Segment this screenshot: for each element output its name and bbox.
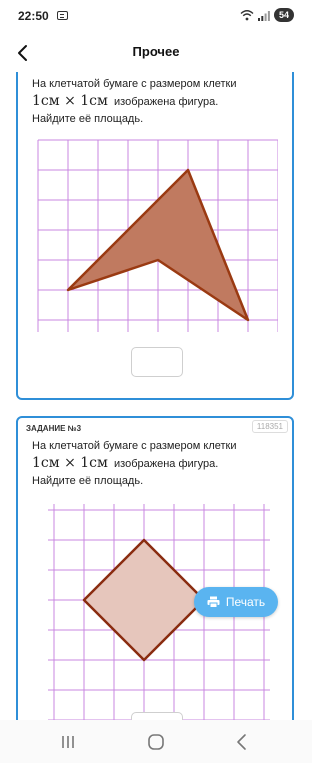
page-title: Прочее [132,44,180,59]
nav-back-icon[interactable] [232,732,252,752]
problem-text: На клетчатой бумаге с размером клетки 1с… [32,76,288,128]
wifi-icon [240,10,254,21]
answer-input[interactable] [131,347,183,377]
print-button-label: Печать [225,595,266,609]
screenshot-icon [57,11,68,20]
problem-text-line: изображена фигура. [114,96,219,108]
status-right: 54 [240,8,294,22]
task-number-label: ЗАДАНИЕ №3 [26,424,82,433]
cell-size-formula: 1см × 1см [32,455,108,471]
print-button[interactable]: Печать [194,587,278,617]
shaded-figure [82,538,206,662]
cell-size-formula: 1см × 1см [32,93,108,109]
status-bar: 22:50 54 [0,0,312,32]
problem-question: Найдите её площадь. [32,475,144,487]
problem-text-line: изображена фигура. [114,458,219,470]
task-card: На клетчатой бумаге с размером клетки 1с… [16,72,294,400]
task-card: ЗАДАНИЕ №3 118351 На клетчатой бумаге с … [16,416,294,720]
app-bar: Прочее [0,32,312,76]
problem-text-line: На клетчатой бумаге с размером клетки [32,440,237,452]
grid-figure [37,139,278,332]
system-nav-bar [0,720,312,763]
recents-icon[interactable] [58,732,78,752]
status-time: 22:50 [18,9,49,23]
problem-text-line: На клетчатой бумаге с размером клетки [32,78,237,90]
problem-text: На клетчатой бумаге с размером клетки 1с… [32,438,288,490]
printer-icon [207,596,220,608]
task-list[interactable]: На клетчатой бумаге с размером клетки 1с… [0,72,312,720]
home-icon[interactable] [146,732,166,752]
battery-badge: 54 [273,8,294,22]
signal-icon [257,10,270,21]
task-id-badge: 118351 [251,420,288,433]
answer-input[interactable] [131,712,183,720]
problem-question: Найдите её площадь. [32,113,144,125]
